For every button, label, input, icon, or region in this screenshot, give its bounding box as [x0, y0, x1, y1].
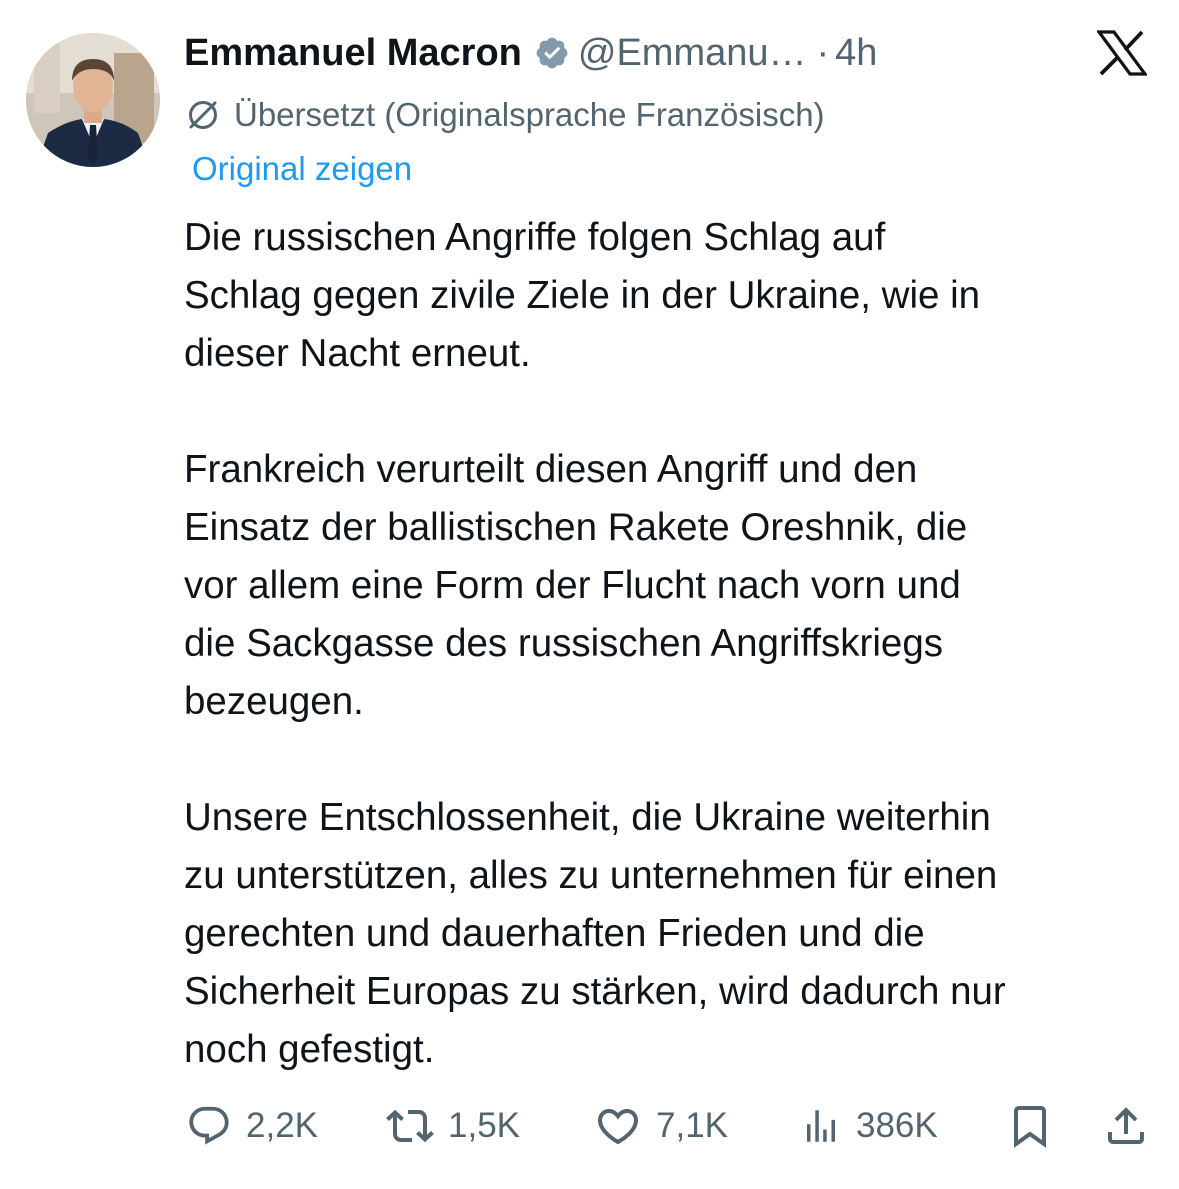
heart-icon [597, 1109, 639, 1145]
verified-badge-icon[interactable] [534, 35, 570, 71]
bookmark-button[interactable] [1006, 1098, 1054, 1154]
tweet-paragraph: Unsere Entschlossenheit, die Ukraine wei… [184, 796, 1006, 1071]
repost-count: 1,5K [448, 1106, 520, 1145]
reply-button[interactable]: 2,2K [186, 1098, 318, 1154]
views-count: 386K [856, 1106, 938, 1145]
separator-dot: · [816, 31, 830, 74]
profile-photo [26, 33, 160, 167]
translation-label: Übersetzt (Originalsprache Französisch) [234, 96, 825, 133]
share-button[interactable] [1102, 1098, 1150, 1154]
x-logo-icon [1097, 30, 1147, 76]
share-icon [1108, 1107, 1144, 1144]
tweet-header: Emmanuel Macron @Emmanu… · 4h [184, 26, 877, 80]
reply-count: 2,2K [246, 1106, 318, 1145]
action-bar: 2,2K 1,5K 7,1K 386K [186, 1098, 1152, 1154]
post-timestamp[interactable]: 4h [835, 32, 877, 75]
author-handle[interactable]: @Emmanu… [578, 32, 807, 75]
tweet-paragraph: Frankreich verurteilt diesen Angriff und… [184, 448, 968, 723]
repost-button[interactable]: 1,5K [386, 1098, 520, 1154]
translation-notice: Übersetzt (Originalsprache Französisch) [186, 92, 825, 138]
author-display-name[interactable]: Emmanuel Macron [184, 32, 522, 75]
avatar[interactable] [26, 33, 160, 167]
like-count: 7,1K [656, 1106, 728, 1145]
repost-icon [386, 1109, 434, 1143]
translated-icon [189, 101, 217, 129]
views-button[interactable]: 386K [800, 1098, 938, 1154]
like-button[interactable]: 7,1K [594, 1098, 728, 1154]
reply-icon [189, 1106, 229, 1145]
show-original-link[interactable]: Original zeigen [192, 150, 412, 188]
views-analytics-icon [807, 1110, 835, 1142]
bookmark-icon [1014, 1106, 1046, 1148]
tweet-paragraph: Die russischen Angriffe folgen Schlag au… [184, 216, 981, 375]
tweet-text: Die russischen Angriffe folgen Schlag au… [184, 209, 1164, 1079]
